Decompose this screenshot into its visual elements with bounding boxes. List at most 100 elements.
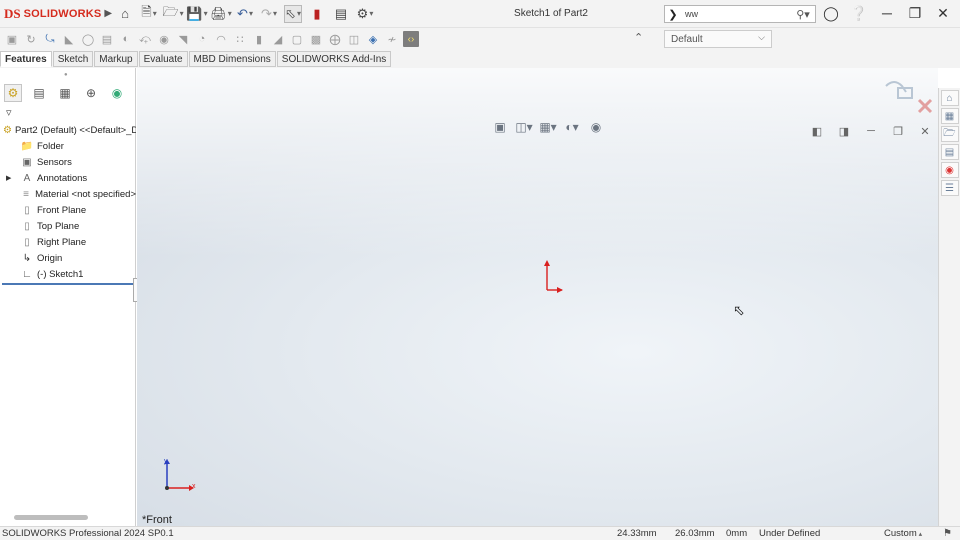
split-vertical-icon[interactable]: ◨ — [835, 122, 853, 140]
file-properties-icon[interactable]: ▤ — [332, 5, 350, 23]
mirror-icon[interactable]: ◫ — [346, 31, 362, 47]
tab-markup[interactable]: Markup — [94, 51, 138, 67]
intersect-icon[interactable]: ⨁ — [327, 31, 343, 47]
rebuild-icon[interactable]: ▮ — [308, 5, 326, 23]
solidworks-logo[interactable]: DS SOLIDWORKS ▶ — [0, 5, 112, 23]
extruded-cut-icon[interactable]: ▤ — [99, 31, 115, 47]
account-icon[interactable]: ◯ — [822, 4, 840, 22]
feature-manager-panel: ● ⚙ ▤ ▦ ⊕ ◉ ▿ ⚙ Part2 (Default) <<Defaul… — [0, 68, 139, 526]
tree-item-annotations[interactable]: ▶ A Annotations — [0, 170, 136, 186]
view-palette-icon[interactable]: ▤ — [940, 144, 959, 160]
tab-sketch[interactable]: Sketch — [52, 51, 94, 67]
appearance-icon[interactable]: ◉ — [587, 118, 605, 136]
draft-icon[interactable]: ◢ — [270, 31, 286, 47]
tree-item-label: Origin — [37, 252, 63, 264]
tab-features[interactable]: Features — [0, 51, 52, 67]
boundary-cut-icon[interactable]: ◔ — [194, 31, 210, 47]
graphics-area[interactable]: ▣ ◫▾ ▦▾ ◐▾ ◉ ◧ ◨ ─ ❐ ✕ y x *Front ⬁ — [137, 68, 938, 526]
hole-wizard-icon[interactable]: ◉ — [156, 31, 172, 47]
tree-item-folder[interactable]: 📁 Folder — [0, 138, 136, 154]
ds-logo: DS — [4, 5, 21, 21]
curves-icon[interactable]: ≁ — [384, 31, 400, 47]
panel-grip-icon[interactable]: ● — [64, 72, 68, 78]
menu-expand-icon[interactable]: ▶ — [104, 5, 112, 23]
search-icon[interactable]: ⚲▾ — [791, 8, 815, 21]
redo-icon[interactable]: ↷ — [260, 5, 278, 23]
split-horizontal-icon[interactable]: ◧ — [808, 122, 826, 140]
linear-pattern-icon[interactable]: ∷ — [232, 31, 248, 47]
swept-boss-icon[interactable]: ⤿ — [42, 31, 58, 47]
annotations-icon: A — [23, 172, 31, 184]
sketch-status: Under Defined — [759, 528, 821, 539]
doc-close-icon[interactable]: ✕ — [916, 122, 934, 140]
configuration-dropdown[interactable]: Default — [664, 30, 772, 48]
lofted-cut-icon[interactable]: ◥ — [175, 31, 191, 47]
feature-manager-tab-icon[interactable]: ⚙ — [4, 84, 22, 102]
tree-item-label: Sensors — [37, 156, 72, 168]
revolved-boss-icon[interactable]: ↻ — [23, 31, 39, 47]
print-icon[interactable]: 🖨 — [210, 5, 230, 23]
open-icon[interactable]: 🗁 — [162, 4, 182, 23]
save-icon[interactable]: 💾 — [186, 5, 206, 23]
options-gear-icon[interactable]: ⚙ — [356, 5, 374, 23]
tree-item-origin[interactable]: ↳ Origin — [0, 250, 136, 266]
revolved-cut-icon[interactable]: ◐ — [118, 31, 134, 47]
lofted-boss-icon[interactable]: ◣ — [61, 31, 77, 47]
view-orientation-icon[interactable]: ▣ — [491, 118, 509, 136]
display-style-icon[interactable]: ▦▾ — [539, 118, 557, 136]
swept-cut-icon[interactable]: ⤽ — [137, 31, 153, 47]
reference-geometry-icon[interactable]: ◈ — [365, 31, 381, 47]
tab-evaluate[interactable]: Evaluate — [138, 51, 188, 67]
tree-item-front-plane[interactable]: ▯ Front Plane — [0, 202, 136, 218]
wrap-icon[interactable]: ▩ — [308, 31, 324, 47]
fillet-icon[interactable]: ◠ — [213, 31, 229, 47]
display-manager-tab-icon[interactable]: ◉ — [108, 84, 126, 102]
product-version: SOLIDWORKS Professional 2024 SP0.1 — [2, 528, 174, 539]
section-view-icon[interactable]: ◫▾ — [515, 118, 533, 136]
heads-up-view-toolbar: ▣ ◫▾ ▦▾ ◐▾ ◉ — [491, 118, 605, 136]
tags-icon[interactable]: ⚑ — [943, 528, 952, 539]
configuration-manager-tab-icon[interactable]: ▦ — [56, 84, 74, 102]
doc-minimize-icon[interactable]: ─ — [862, 122, 880, 140]
close-icon[interactable]: ✕ — [934, 4, 952, 22]
tree-root-part[interactable]: ⚙ Part2 (Default) <<Default>_D — [0, 122, 136, 138]
solidworks-resources-icon[interactable]: ⌂ — [940, 90, 959, 106]
tree-item-label: Front Plane — [37, 204, 87, 216]
design-library-icon[interactable]: ▦ — [940, 108, 959, 124]
extruded-boss-icon[interactable]: ▣ — [4, 31, 20, 47]
file-explorer-icon[interactable]: 🗁 — [940, 126, 959, 142]
doc-restore-icon[interactable]: ❐ — [889, 122, 907, 140]
hide-show-items-icon[interactable]: ◐▾ — [563, 118, 581, 136]
horizontal-scrollbar[interactable] — [14, 515, 88, 520]
custom-properties-icon[interactable]: ☰ — [940, 180, 959, 196]
search-input[interactable]: ww — [681, 9, 791, 19]
search-commands-box[interactable]: ❯ ww ⚲▾ — [664, 5, 816, 23]
restore-icon[interactable]: ❐ — [906, 4, 924, 22]
new-document-icon[interactable]: 🗎 — [140, 4, 158, 23]
feature-tree: ⚙ Part2 (Default) <<Default>_D 📁 Folder … — [0, 122, 136, 282]
filter-icon[interactable]: ▿ — [6, 106, 12, 119]
appearances-scenes-icon[interactable]: ◉ — [940, 162, 959, 178]
tab-mbd-dimensions[interactable]: MBD Dimensions — [188, 51, 276, 67]
minimize-icon[interactable]: ─ — [878, 4, 896, 22]
rollback-bar[interactable] — [2, 283, 134, 285]
boundary-boss-icon[interactable]: ◯ — [80, 31, 96, 47]
rib-icon[interactable]: ▮ — [251, 31, 267, 47]
tree-item-top-plane[interactable]: ▯ Top Plane — [0, 218, 136, 234]
expand-arrow-icon[interactable]: ▶ — [6, 174, 11, 182]
dimxpert-manager-tab-icon[interactable]: ⊕ — [82, 84, 100, 102]
tree-item-sketch1[interactable]: ∟ (-) Sketch1 — [0, 266, 136, 282]
instant3d-icon[interactable]: ‹› — [403, 31, 419, 47]
tab-solidworks-add-ins[interactable]: SOLIDWORKS Add-Ins — [276, 51, 392, 67]
undo-icon[interactable]: ↶ — [236, 5, 254, 23]
select-icon[interactable]: ⬁ — [284, 4, 302, 23]
tree-item-sensors[interactable]: ▣ Sensors — [0, 154, 136, 170]
tree-item-material[interactable]: ≡ Material <not specified> — [0, 186, 136, 202]
collapse-ribbon-icon[interactable]: ⌃ — [634, 31, 643, 44]
home-icon[interactable]: ⌂ — [116, 5, 134, 23]
tree-item-right-plane[interactable]: ▯ Right Plane — [0, 234, 136, 250]
shell-icon[interactable]: ▢ — [289, 31, 305, 47]
help-icon[interactable]: ❔ — [850, 4, 868, 22]
unit-system-selector[interactable]: Custom — [884, 528, 922, 539]
property-manager-tab-icon[interactable]: ▤ — [30, 84, 48, 102]
